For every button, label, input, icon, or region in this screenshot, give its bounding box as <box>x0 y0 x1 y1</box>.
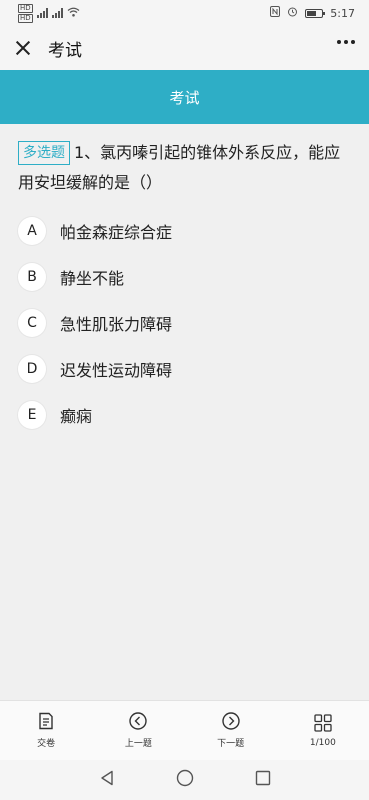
close-icon[interactable] <box>12 37 34 59</box>
option-d[interactable]: D 迟发性运动障碍 <box>18 346 351 392</box>
option-letter: D <box>18 355 46 383</box>
grid-icon <box>314 713 332 732</box>
next-question-button[interactable]: 下一题 <box>185 701 277 760</box>
battery-icon <box>305 8 326 18</box>
home-nav-button[interactable] <box>146 769 224 791</box>
option-b[interactable]: B 静坐不能 <box>18 254 351 300</box>
question-type-badge: 多选题 <box>18 141 70 165</box>
banner-title: 考试 <box>169 88 200 107</box>
chevron-left-icon <box>129 712 148 730</box>
option-e[interactable]: E 癫痫 <box>18 392 351 438</box>
option-letter: A <box>18 217 46 245</box>
system-nav-bar <box>0 760 369 800</box>
option-letter: B <box>18 263 46 291</box>
page-title: 考试 <box>48 40 82 61</box>
home-circle-icon <box>176 769 194 791</box>
option-text: 急性肌张力障碍 <box>60 315 173 334</box>
next-label: 下一题 <box>217 739 245 749</box>
status-bar: HD HD 5:17 <box>0 0 369 26</box>
back-triangle-icon <box>100 770 114 790</box>
submit-button[interactable]: 交卷 <box>0 701 92 760</box>
options-list: A 帕金森症综合症 B 静坐不能 C 急性肌张力障碍 D 迟发性运动障碍 E 癫… <box>0 204 369 442</box>
progress-label: 1/100 <box>309 737 336 748</box>
back-nav-button[interactable] <box>68 770 146 790</box>
exam-banner: 考试 <box>0 70 369 124</box>
option-text: 癫痫 <box>60 407 93 426</box>
option-text: 静坐不能 <box>60 269 125 288</box>
status-right: 5:17 <box>270 6 355 20</box>
hd-icon: HD HD <box>18 3 33 23</box>
signal-icon <box>36 8 48 18</box>
chevron-right-icon <box>221 712 240 730</box>
signal-icon <box>51 8 63 18</box>
submit-icon <box>38 712 54 730</box>
bottom-toolbar: 交卷 上一题 下一题 1/100 <box>0 700 369 760</box>
status-left: HD HD <box>18 3 80 23</box>
option-text: 迟发性运动障碍 <box>60 361 173 380</box>
question-grid-button[interactable]: 1/100 <box>277 701 369 760</box>
option-c[interactable]: C 急性肌张力障碍 <box>18 300 351 346</box>
option-a[interactable]: A 帕金森症综合症 <box>18 208 351 254</box>
prev-question-button[interactable]: 上一题 <box>92 701 184 760</box>
submit-label: 交卷 <box>37 739 56 749</box>
status-time: 5:17 <box>330 6 355 20</box>
prev-label: 上一题 <box>124 739 152 749</box>
option-text: 帕金森症综合症 <box>60 223 173 242</box>
recents-nav-button[interactable] <box>224 770 302 790</box>
option-letter: E <box>18 401 46 429</box>
more-icon[interactable] <box>337 40 355 44</box>
app-header: 考试 <box>0 26 369 70</box>
question: 多选题 1、氯丙嗪引起的锥体外系反应，能应用安坦缓解的是（） <box>0 124 369 204</box>
option-letter: C <box>18 309 46 337</box>
recents-square-icon <box>255 770 271 790</box>
alarm-icon <box>287 6 298 20</box>
nfc-icon <box>270 6 281 20</box>
wifi-icon <box>67 7 80 20</box>
